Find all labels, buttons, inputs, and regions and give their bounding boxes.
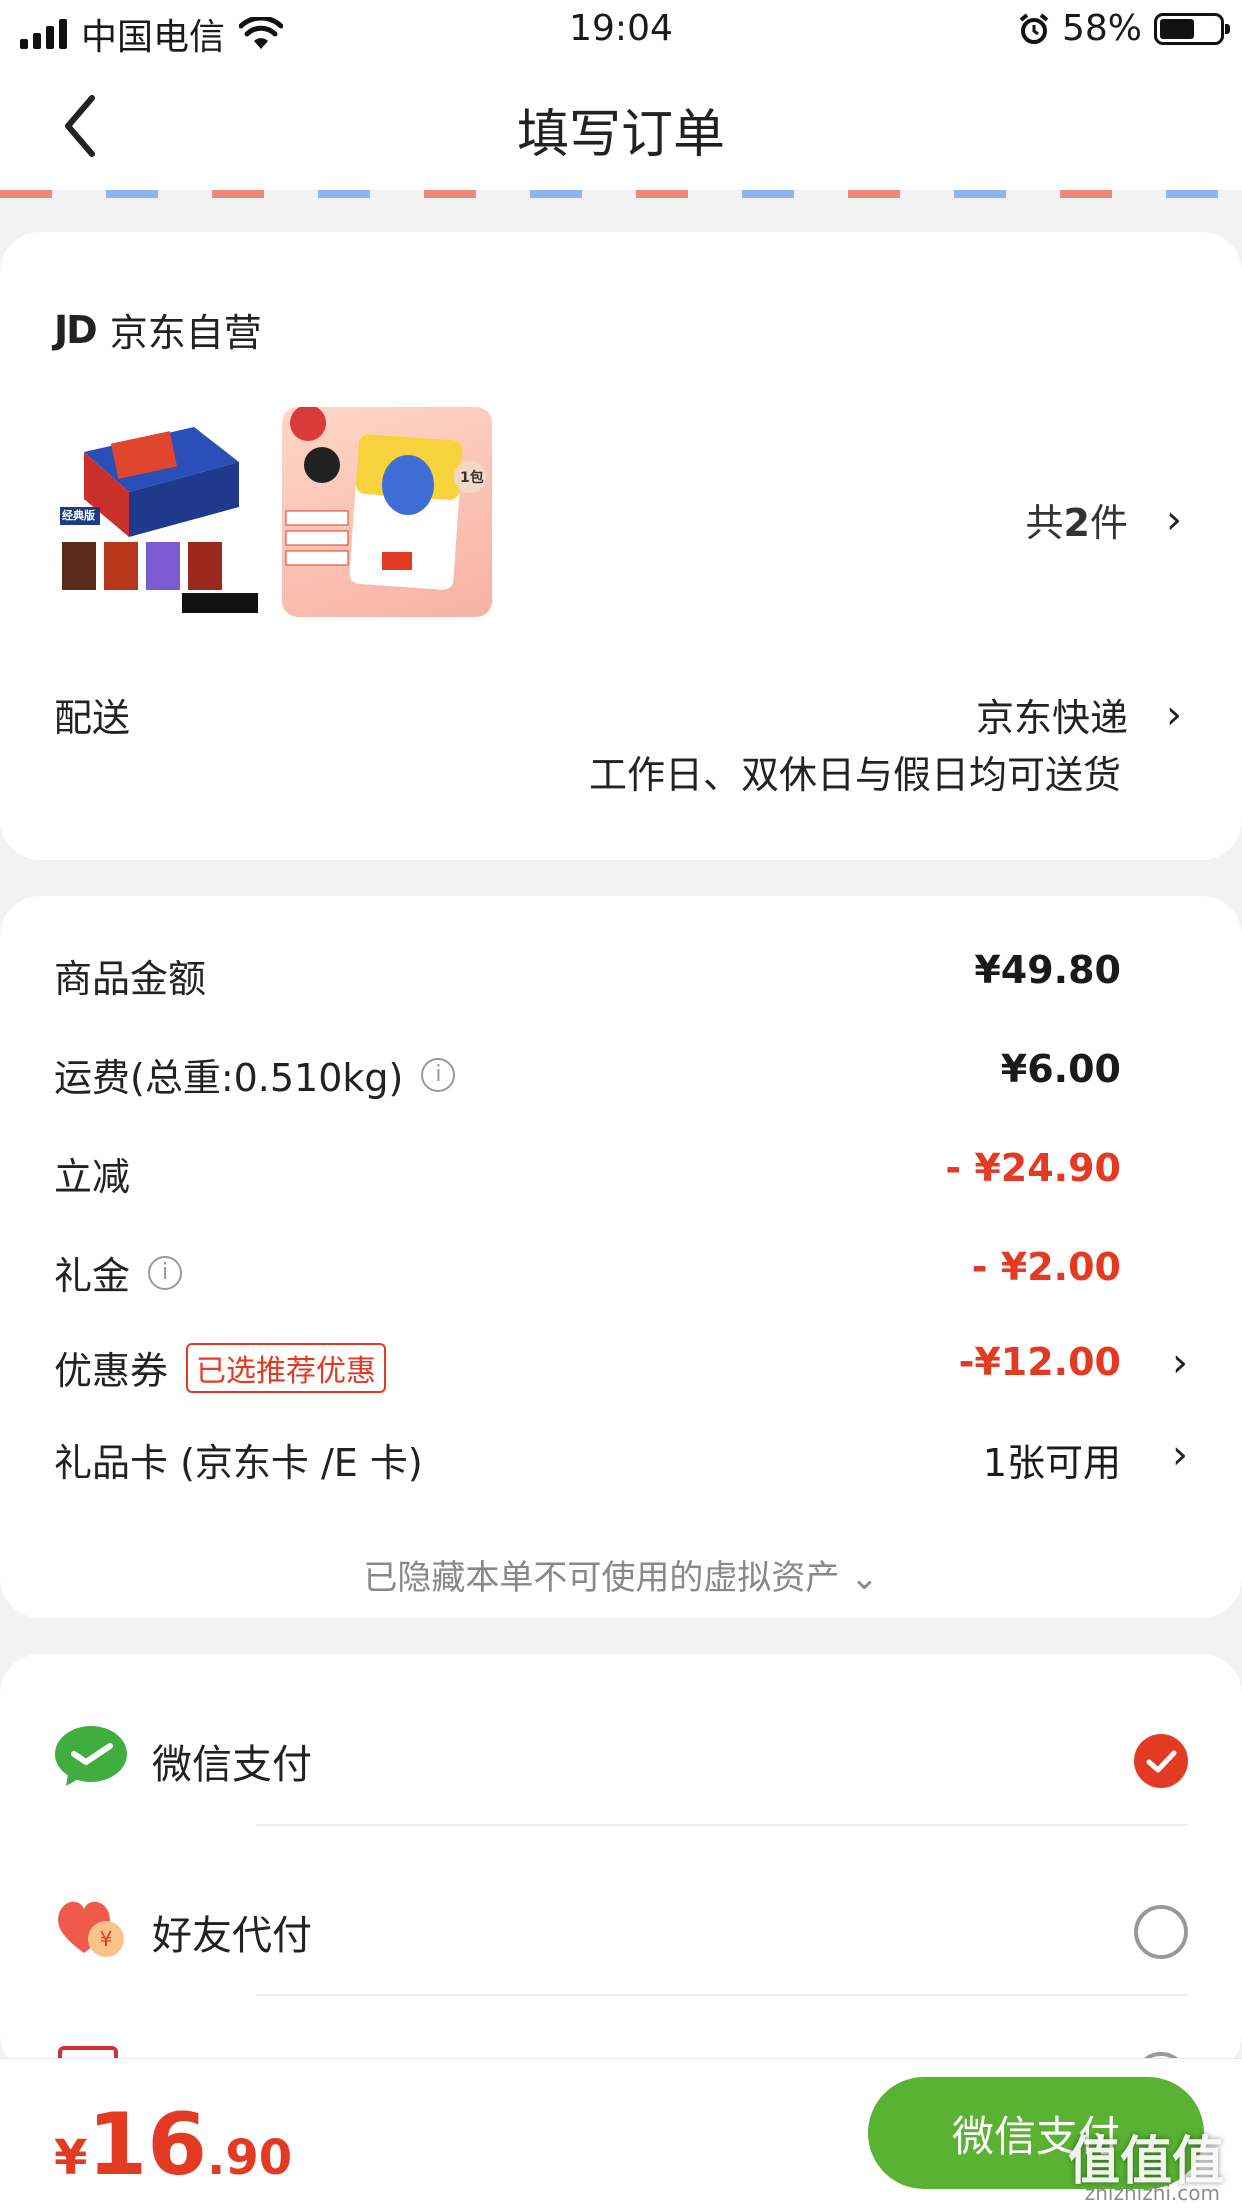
currency-symbol: ¥ xyxy=(54,2130,88,2186)
battery-icon xyxy=(1154,12,1230,45)
goods-amount-row: 商品金额 ¥49.80 xyxy=(54,948,1188,1008)
shipping-value: ¥6.00 xyxy=(1000,1047,1121,1091)
divider xyxy=(256,1994,1188,1996)
product-thumbnail-wipes[interactable]: 1包 xyxy=(282,407,492,617)
total-decimal: .90 xyxy=(207,2130,293,2186)
gift-money-label: 礼金 xyxy=(54,1254,131,1298)
friend-pay-icon: ¥ xyxy=(58,1901,124,1957)
product2-badge: 1包 xyxy=(460,470,484,486)
info-icon[interactable]: i xyxy=(148,1255,183,1290)
battery-percent: 58% xyxy=(1061,8,1142,49)
payment-option-friend[interactable]: ¥ 好友代付 xyxy=(54,1885,1188,1975)
payment-option-label: 好友代付 xyxy=(152,1913,312,1959)
watermark-url: zhizhizhi.com xyxy=(1084,2181,1220,2205)
payment-card: 微信支付 ¥ 好友代付 xyxy=(0,1654,1242,2106)
info-icon[interactable]: i xyxy=(421,1057,456,1092)
chevron-right-icon: › xyxy=(1166,691,1182,738)
wechat-pay-icon xyxy=(55,1726,127,1786)
delivery-note: 工作日、双休日与假日均可送货 xyxy=(588,753,1121,797)
chevron-right-icon: › xyxy=(1172,1432,1188,1478)
payment-option-wechat[interactable]: 微信支付 xyxy=(54,1714,1188,1804)
coupon-label: 优惠券 xyxy=(54,1349,169,1393)
chevron-right-icon: › xyxy=(1172,1340,1188,1386)
divider xyxy=(256,1824,1188,1826)
total-integer: 16 xyxy=(87,2095,208,2195)
gift-money-value: - ¥2.00 xyxy=(971,1245,1121,1289)
discount-row: 立减 - ¥24.90 xyxy=(54,1146,1188,1206)
alarm-icon xyxy=(1019,12,1049,44)
envelope-stripe xyxy=(0,190,1242,198)
product-count-link[interactable]: 共2件 › xyxy=(1026,492,1182,547)
gift-card-value: 1张可用 xyxy=(982,1441,1121,1485)
chevron-right-icon: › xyxy=(1166,496,1182,543)
delivery-method: 京东快递 xyxy=(975,696,1128,740)
gift-card-row[interactable]: 礼品卡 (京东卡 /E 卡) 1张可用 › xyxy=(54,1432,1188,1492)
delivery-label: 配送 xyxy=(54,696,131,740)
shipping-label: 运费(总重:0.510kg) xyxy=(54,1056,404,1100)
gift-card-label: 礼品卡 (京东卡 /E 卡) xyxy=(54,1441,423,1485)
status-right: 58% xyxy=(1018,8,1230,49)
order-total: ¥ 16 .90 xyxy=(54,2095,292,2195)
checkout-bar: ¥ 16 .90 微信支付 值值值 zhizhizhi.com xyxy=(0,2058,1242,2208)
delivery-method-link[interactable]: 京东快递 › xyxy=(976,687,1182,742)
product1-badge: 经典版 xyxy=(62,509,95,522)
nav-bar: 填写订单 xyxy=(0,62,1242,190)
coupon-value: -¥12.00 xyxy=(958,1340,1121,1384)
shipping-row: 运费(总重:0.510kg) i ¥6.00 xyxy=(54,1047,1188,1107)
product-image-wipes xyxy=(285,407,486,590)
discount-label: 立减 xyxy=(54,1155,131,1199)
selected-check-icon[interactable] xyxy=(1134,1734,1188,1788)
svg-text:¥: ¥ xyxy=(100,1927,113,1951)
product-thumbnail-cards[interactable]: 经典版 xyxy=(54,407,264,617)
goods-amount-label: 商品金额 xyxy=(54,957,207,1001)
jd-logo: JD xyxy=(54,307,98,352)
page-title: 填写订单 xyxy=(516,105,725,165)
coupon-tag: 已选推荐优惠 xyxy=(186,1342,387,1393)
coupon-row[interactable]: 优惠券 已选推荐优惠 -¥12.00 › xyxy=(54,1340,1188,1400)
payment-option-label: 微信支付 xyxy=(152,1742,312,1788)
price-card: 商品金额 ¥49.80 运费(总重:0.510kg) i ¥6.00 立减 - … xyxy=(0,896,1242,1618)
shop-card: JD 京东自营 经典版 1包 共2件 › 配送 京东快递 › 工作日、双休日与假… xyxy=(0,232,1242,860)
discount-value: - ¥24.90 xyxy=(945,1146,1121,1190)
gift-money-row: 礼金 i - ¥2.00 xyxy=(54,1245,1188,1305)
hidden-assets-toggle[interactable]: 已隐藏本单不可使用的虚拟资产 ⌄ xyxy=(0,1550,1242,1599)
radio-unchecked-icon[interactable] xyxy=(1134,1905,1188,1959)
goods-amount-value: ¥49.80 xyxy=(974,948,1121,992)
product-count: 共2件 xyxy=(1025,501,1128,545)
status-bar: 中国电信 19:04 58% xyxy=(0,0,1242,62)
shop-name-label: 京东自营 xyxy=(109,311,262,355)
shop-name: JD 京东自营 xyxy=(54,302,262,357)
